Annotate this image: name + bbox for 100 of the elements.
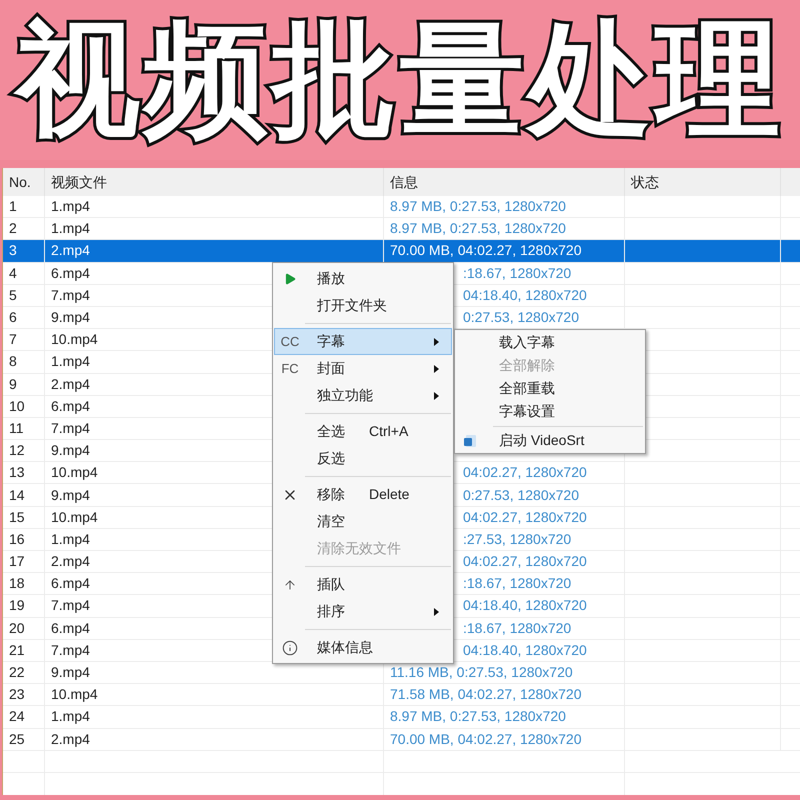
table-row[interactable]: 25 2.mp4 70.00 MB, 04:02.27, 1280x720 <box>3 728 800 751</box>
menu-item[interactable]: 播放 <box>274 265 452 292</box>
table-row[interactable]: 1 1.mp4 8.97 MB, 0:27.53, 1280x720 <box>3 196 800 218</box>
info-icon <box>282 640 298 656</box>
table-row[interactable]: 24 1.mp4 8.97 MB, 0:27.53, 1280x720 <box>3 706 800 728</box>
table-row[interactable]: 3 2.mp4 70.00 MB, 04:02.27, 1280x720 <box>3 240 800 263</box>
menu-icon-label: CC <box>280 332 300 351</box>
column-header[interactable]: 视频文件 <box>45 168 384 196</box>
menu-icon-label: FC <box>281 360 299 378</box>
file-info: :18.67, 1280x720 <box>463 574 572 594</box>
file-info: 0:27.53, 1280x720 <box>463 486 579 505</box>
caret-icon <box>434 608 439 616</box>
menu-label: 字幕 <box>317 332 345 351</box>
caret-icon <box>434 392 439 400</box>
column-header[interactable]: 信息 <box>384 168 625 196</box>
menu-item[interactable]: CC 字幕 <box>274 328 452 355</box>
file-info: :18.67, 1280x720 <box>463 618 572 638</box>
row-number: 12 <box>9 441 25 460</box>
file-name: 7.mp4 <box>51 596 90 616</box>
row-number: 6 <box>9 308 17 328</box>
row-number: 4 <box>9 264 17 283</box>
file-name: 10.mp4 <box>51 685 98 704</box>
row-number: 13 <box>9 463 25 482</box>
row-number: 20 <box>9 618 25 638</box>
app-icon <box>463 434 477 448</box>
shortcut-label: Ctrl+A <box>369 422 408 441</box>
file-info: 0:27.53, 1280x720 <box>463 308 579 328</box>
row-number: 10 <box>9 396 25 416</box>
row-number: 17 <box>9 552 25 572</box>
row-number: 16 <box>9 530 25 549</box>
row-number: 11 <box>9 418 24 438</box>
file-info: 04:18.40, 1280x720 <box>463 596 587 616</box>
file-info: 04:02.27, 1280x720 <box>463 508 587 527</box>
menu-label: 独立功能 <box>317 386 373 405</box>
file-name: 9.mp4 <box>51 441 90 460</box>
table-row[interactable]: 23 10.mp4 71.58 MB, 04:02.27, 1280x720 <box>3 684 800 706</box>
menu-label: 全部解除 <box>499 356 555 375</box>
row-number: 22 <box>9 663 25 682</box>
shortcut-label: Delete <box>369 485 410 504</box>
column-header[interactable]: 状态 <box>625 168 781 196</box>
menu-item[interactable]: 独立功能 <box>274 382 452 409</box>
file-info: 71.58 MB, 04:02.27, 1280x720 <box>390 685 582 704</box>
menu-item[interactable]: 清空 <box>274 508 452 535</box>
submenu-item[interactable]: 全部重载 <box>455 377 645 400</box>
menu-item[interactable]: FC 封面 <box>274 355 452 382</box>
file-info: 8.97 MB, 0:27.53, 1280x720 <box>390 219 566 238</box>
row-number: 18 <box>9 574 25 594</box>
row-number: 23 <box>9 685 25 704</box>
menu-label: 载入字幕 <box>499 333 555 352</box>
file-name: 2.mp4 <box>51 374 90 394</box>
file-name: 7.mp4 <box>51 286 90 305</box>
column-header[interactable]: No. <box>3 168 45 196</box>
row-number: 7 <box>9 330 17 350</box>
menu-label: 全部重载 <box>499 379 555 398</box>
menu-label: 插队 <box>317 575 345 594</box>
row-number: 25 <box>9 730 25 749</box>
submenu-item[interactable]: 载入字幕 <box>455 331 645 354</box>
file-name: 2.mp4 <box>51 552 90 572</box>
file-info: 8.97 MB, 0:27.53, 1280x720 <box>390 197 566 216</box>
file-name: 9.mp4 <box>51 486 90 505</box>
row-number: 21 <box>9 640 25 660</box>
file-name: 6.mp4 <box>51 396 90 416</box>
row-number: 15 <box>9 508 25 527</box>
row-number: 14 <box>9 486 25 505</box>
file-name: 1.mp4 <box>51 197 90 216</box>
caret-icon <box>434 364 439 372</box>
row-number: 1 <box>9 197 17 216</box>
menu-label: 媒体信息 <box>317 638 373 657</box>
menu-label: 封面 <box>317 359 345 378</box>
file-name: 1.mp4 <box>51 219 90 238</box>
menu-item[interactable]: 插队 <box>274 571 452 598</box>
file-info: 04:18.40, 1280x720 <box>463 640 587 660</box>
row-number: 8 <box>9 352 17 372</box>
file-name: 1.mp4 <box>51 352 90 372</box>
file-info: 8.97 MB, 0:27.53, 1280x720 <box>390 707 566 726</box>
file-name: 10.mp4 <box>51 330 98 350</box>
file-name: 7.mp4 <box>51 640 90 660</box>
file-name: 10.mp4 <box>51 508 98 527</box>
file-info: 04:18.40, 1280x720 <box>463 286 587 305</box>
file-info: :27.53, 1280x720 <box>463 530 572 549</box>
file-name: 2.mp4 <box>51 241 90 260</box>
file-name: 6.mp4 <box>51 264 90 283</box>
file-info: 70.00 MB, 04:02.27, 1280x720 <box>390 730 582 749</box>
row-number: 9 <box>9 374 17 394</box>
file-name: 10.mp4 <box>51 463 98 482</box>
file-name: 1.mp4 <box>51 707 90 726</box>
row-number: 19 <box>9 596 25 616</box>
row-number: 2 <box>9 219 17 238</box>
file-name: 9.mp4 <box>51 308 90 328</box>
file-name: 2.mp4 <box>51 730 90 749</box>
row-number: 5 <box>9 286 17 305</box>
file-info: 11.16 MB, 0:27.53, 1280x720 <box>390 663 573 682</box>
file-name: 1.mp4 <box>51 530 90 549</box>
file-name: 9.mp4 <box>51 663 90 682</box>
file-info: 04:02.27, 1280x720 <box>463 552 587 572</box>
menu-label: 播放 <box>317 269 345 288</box>
file-info: 70.00 MB, 04:02.27, 1280x720 <box>390 241 582 260</box>
play-icon <box>283 272 297 286</box>
menu-label: 全选 <box>317 422 345 441</box>
row-number: 3 <box>9 241 17 260</box>
